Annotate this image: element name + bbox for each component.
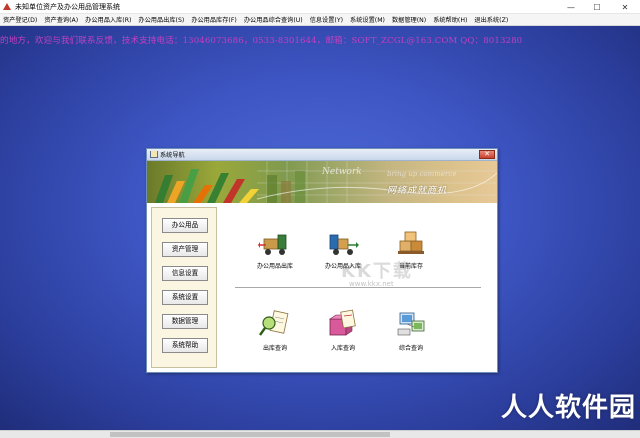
nav-button-system-help[interactable]: 系统帮助 — [162, 338, 208, 353]
dialog-title: 系统导航 — [160, 152, 185, 159]
banner-commerce-text: bring up commerce — [387, 170, 457, 178]
nav-button-system-settings[interactable]: 系统设置 — [162, 290, 208, 305]
tile-supplies-out[interactable]: 办公用品出库 — [245, 229, 305, 270]
nav-button-asset-management[interactable]: 资产管理 — [162, 242, 208, 257]
tile-supplies-out-label: 办公用品出库 — [256, 263, 293, 270]
tile-comprehensive-query[interactable]: 综合查询 — [381, 309, 441, 352]
dialog-titlebar[interactable]: 系统导航 ✕ — [147, 149, 497, 161]
menu-bar: 资产登记(D) 资产查询(A) 办公用品入库(R) 办公用品出库(S) 办公用品… — [0, 14, 640, 26]
scrollbar-thumb[interactable] — [110, 432, 390, 437]
banner-network-text: Network — [322, 167, 362, 177]
computer-network-icon — [397, 312, 425, 336]
menu-asset-register[interactable]: 资产登记(D) — [3, 15, 37, 24]
tile-outbound-query-label: 出库查询 — [262, 345, 287, 352]
tile-inbound-query[interactable]: 入库查询 — [313, 309, 373, 352]
window-title: 未知单位资产及办公用品管理系统 — [15, 2, 120, 11]
tile-current-stock-label: 当前库存 — [398, 263, 423, 270]
tile-supplies-in[interactable]: 办公用品入库 — [313, 229, 373, 270]
nav-button-info-settings[interactable]: 信息设置 — [162, 266, 208, 281]
menu-supplies-in[interactable]: 办公用品入库(R) — [85, 15, 131, 24]
maximize-button[interactable]: ☐ — [584, 0, 610, 14]
menu-asset-query[interactable]: 资产查询(A) — [44, 15, 78, 24]
menu-system-settings[interactable]: 系统设置(M) — [350, 15, 385, 24]
tile-current-stock[interactable]: 当前库存 — [381, 229, 441, 270]
tile-inbound-query-label: 入库查询 — [330, 345, 355, 352]
menu-supplies-out[interactable]: 办公用品出库(S) — [138, 15, 184, 24]
nav-panel: 办公用品 资产管理 信息设置 系统设置 数据管理 系统帮助 — [151, 207, 217, 368]
window-controls: — ☐ ✕ — [558, 0, 640, 14]
nav-button-data-management[interactable]: 数据管理 — [162, 314, 208, 329]
forklift-out-icon — [258, 234, 287, 255]
dialog-close-button[interactable]: ✕ — [479, 150, 495, 159]
close-button[interactable]: ✕ — [610, 0, 640, 14]
tile-outbound-query[interactable]: 出库查询 — [245, 309, 305, 352]
menu-supplies-query[interactable]: 办公用品综合查询(U) — [244, 15, 303, 24]
tile-supplies-in-label: 办公用品入库 — [324, 263, 361, 270]
minimize-button[interactable]: — — [558, 0, 584, 14]
boxes-stock-icon — [398, 231, 424, 254]
main-titlebar: 未知单位资产及办公用品管理系统 — ☐ ✕ — [0, 0, 640, 14]
menu-data-management[interactable]: 数据管理(N) — [392, 15, 426, 24]
menu-info-settings[interactable]: 信息设置(Y) — [310, 15, 343, 24]
box-document-icon — [329, 309, 356, 336]
menu-supplies-stock[interactable]: 办公用品库存(F) — [191, 15, 237, 24]
content-divider — [235, 287, 481, 288]
home-icon — [150, 151, 158, 158]
horizontal-scrollbar[interactable] — [0, 430, 640, 438]
nav-content: KK下载 www.kkx.net 办公用品出库 办公用品入库 当前库存 出库查询… — [221, 207, 495, 368]
banner-image: Network bring up commerce 网络成就商机 — [147, 161, 497, 203]
system-navigation-dialog: 系统导航 ✕ Network bring up commerce 网络成就商机 … — [146, 148, 498, 373]
magnifier-document-icon — [259, 310, 289, 336]
banner-slogan: 网络成就商机 — [387, 186, 448, 196]
menu-exit[interactable]: 退出系统(Z) — [474, 15, 508, 24]
nav-button-office-supplies[interactable]: 办公用品 — [162, 218, 208, 233]
tile-comprehensive-query-label: 综合查询 — [398, 345, 423, 352]
menu-system-help[interactable]: 系统帮助(H) — [433, 15, 467, 24]
support-marquee: 的地方，欢迎与我们联系反馈，技术支持电话：13046073686，0533-83… — [0, 36, 523, 46]
forklift-in-icon — [329, 234, 359, 255]
app-logo-icon — [3, 2, 12, 11]
corner-watermark: 人人软件园 — [500, 393, 636, 423]
